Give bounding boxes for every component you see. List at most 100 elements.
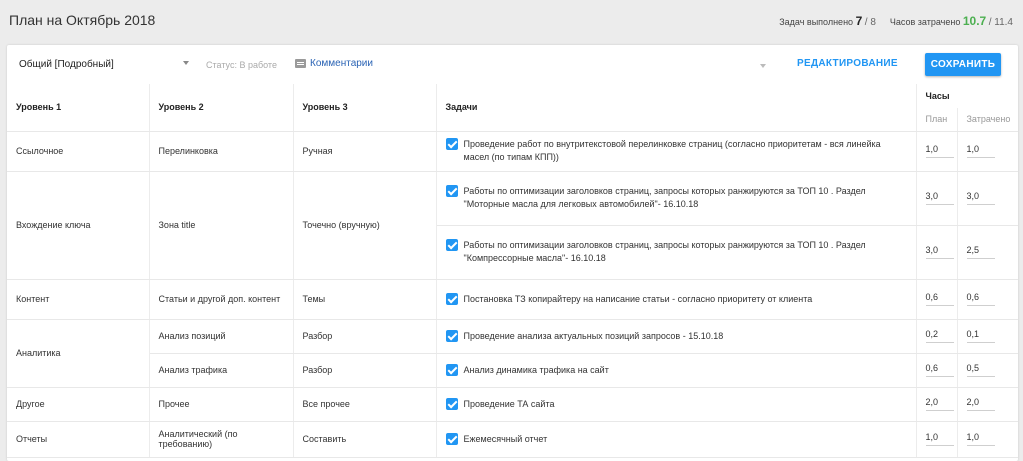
task-text: Проведение анализа актуальных позиций за…: [463, 330, 724, 341]
table-row: Другое Прочее Все прочее Проведение ТА с…: [7, 387, 1018, 422]
task-text: Постановка ТЗ копирайтеру на написание с…: [463, 293, 813, 304]
tasks-done-label: Задач выполнено: [779, 17, 854, 27]
spent-cell: 1,0: [957, 131, 1018, 172]
header-tasks: Задачи: [436, 84, 917, 132]
spent-cell: 0,5: [957, 353, 1018, 388]
tasks-done-stat: Задач выполнено 7 / 8: [779, 14, 876, 28]
plan-input[interactable]: 0,6: [925, 292, 954, 306]
comment-icon: [295, 59, 306, 68]
plan-input[interactable]: 2,0: [925, 397, 954, 411]
spent-input[interactable]: 1,0: [966, 144, 995, 158]
level3-cell: Все прочее: [293, 387, 437, 422]
checkbox[interactable]: [445, 363, 458, 376]
save-button[interactable]: СОХРАНИТЬ: [925, 53, 1001, 76]
edit-button[interactable]: РЕДАКТИРОВАНИЕ: [797, 58, 898, 69]
task-text: Проведение работ по внутритекстовой пере…: [463, 139, 881, 162]
plan-input[interactable]: 1,0: [925, 144, 954, 158]
level2-cell: Перелинковка: [149, 131, 294, 172]
spent-input[interactable]: 0,1: [966, 329, 995, 343]
spent-input[interactable]: 2,0: [966, 397, 995, 411]
spent-input[interactable]: 0,6: [966, 292, 995, 306]
hours-spent-label: Часов затрачено: [889, 17, 961, 27]
task-text: Ежемесячный отчет: [463, 433, 548, 444]
spent-cell: 2,5: [957, 225, 1018, 280]
plan-input[interactable]: 0,2: [925, 329, 954, 343]
hours-total-value: / 11.4: [988, 17, 1013, 28]
hours-spent-stat: Часов затрачено 10.7 / 11.4: [890, 14, 1013, 28]
task-text: Работы по оптимизации заголовков страниц…: [463, 186, 866, 209]
level3-cell: Составить: [293, 421, 437, 458]
spent-input[interactable]: 1,0: [966, 432, 995, 446]
task-cell: Постановка ТЗ копирайтеру на написание с…: [436, 279, 917, 320]
plan-cell: 1,0: [916, 421, 958, 458]
plan-cell: 3,0: [916, 171, 958, 226]
plan-cell: 3,0: [916, 225, 958, 280]
plan-cell: 2,0: [916, 387, 958, 422]
spent-input[interactable]: 0,5: [966, 363, 995, 377]
header-plan: План: [916, 108, 958, 132]
level1-cell: Аналитика: [7, 319, 150, 388]
level2-cell: Анализ трафика: [149, 353, 294, 388]
plan-table: Уровень 1 Уровень 2 Уровень 3 Задачи Час…: [7, 84, 1018, 458]
spent-input[interactable]: 3,0: [966, 191, 995, 205]
plan-input[interactable]: 3,0: [925, 245, 954, 259]
chevron-down-icon: [183, 61, 189, 65]
level2-cell: Анализ позиций: [149, 319, 294, 354]
checkbox[interactable]: [445, 397, 458, 410]
plan-input[interactable]: 1,0: [925, 432, 954, 446]
chevron-down-icon[interactable]: [760, 64, 766, 68]
task-cell: Работы по оптимизации заголовков страниц…: [436, 171, 917, 226]
plan-card: Общий [Подробный] Статус: В работе Комме…: [7, 45, 1018, 461]
plan-cell: 1,0: [916, 131, 958, 172]
plan-input[interactable]: 0,6: [925, 363, 954, 377]
table-row: Отчеты Аналитический (по требованию) Сос…: [7, 421, 1018, 458]
task-cell: Проведение анализа актуальных позиций за…: [436, 319, 917, 354]
status-label: Статус: В работе: [206, 60, 277, 70]
level1-cell: Отчеты: [7, 421, 150, 458]
spent-cell: 3,0: [957, 171, 1018, 226]
task-text: Работы по оптимизации заголовков страниц…: [463, 240, 866, 263]
checkbox[interactable]: [445, 292, 458, 305]
header-level3: Уровень 3: [293, 84, 437, 132]
view-select[interactable]: Общий [Подробный]: [19, 59, 189, 70]
comments-label: Комментарии: [310, 58, 373, 69]
plan-cell: 0,6: [916, 353, 958, 388]
task-text: Анализ динамика трафика на сайт: [463, 364, 609, 375]
level3-cell: Ручная: [293, 131, 437, 172]
level2-cell: Статьи и другой доп. контент: [149, 279, 294, 320]
toolbar: Общий [Подробный] Статус: В работе Комме…: [7, 45, 1018, 84]
header-level1: Уровень 1: [7, 84, 150, 132]
checkbox[interactable]: [445, 185, 458, 197]
level3-cell: Точечно (вручную): [293, 171, 437, 280]
level1-cell: Контент: [7, 279, 150, 320]
task-cell: Проведение работ по внутритекстовой пере…: [436, 131, 917, 172]
checkbox[interactable]: [445, 432, 458, 445]
spent-cell: 0,1: [957, 319, 1018, 354]
task-cell: Ежемесячный отчет: [436, 421, 917, 458]
spent-cell: 1,0: [957, 421, 1018, 458]
spent-input[interactable]: 2,5: [966, 245, 995, 259]
page-title: План на Октябрь 2018: [9, 12, 156, 28]
comments-link[interactable]: Комментарии: [295, 58, 373, 69]
level2-cell: Прочее: [149, 387, 294, 422]
level2-cell: Зона title: [149, 171, 294, 280]
table-row: Аналитика Анализ позиций Разбор Проведен…: [7, 319, 1018, 388]
table-row: Контент Статьи и другой доп. контент Тем…: [7, 279, 1018, 320]
table-row: Вхождение ключа Зона title Точечно (вруч…: [7, 171, 1018, 280]
task-cell: Проведение ТА сайта: [436, 387, 917, 422]
plan-cell: 0,2: [916, 319, 958, 354]
checkbox[interactable]: [445, 329, 458, 342]
stats-summary: Задач выполнено 7 / 8 Часов затрачено 10…: [779, 14, 1013, 28]
checkbox[interactable]: [445, 239, 458, 251]
level3-cell: Темы: [293, 279, 437, 320]
level1-cell: Вхождение ключа: [7, 171, 150, 280]
level3-cell: Разбор: [293, 353, 437, 388]
checkbox[interactable]: [445, 138, 458, 150]
hours-spent-value: 10.7: [962, 14, 987, 28]
plan-input[interactable]: 3,0: [925, 191, 954, 205]
level2-cell: Аналитический (по требованию): [149, 421, 294, 458]
task-text: Проведение ТА сайта: [463, 398, 555, 409]
spent-cell: 0,6: [957, 279, 1018, 320]
task-cell: Работы по оптимизации заголовков страниц…: [436, 225, 917, 280]
header-level2: Уровень 2: [149, 84, 294, 132]
